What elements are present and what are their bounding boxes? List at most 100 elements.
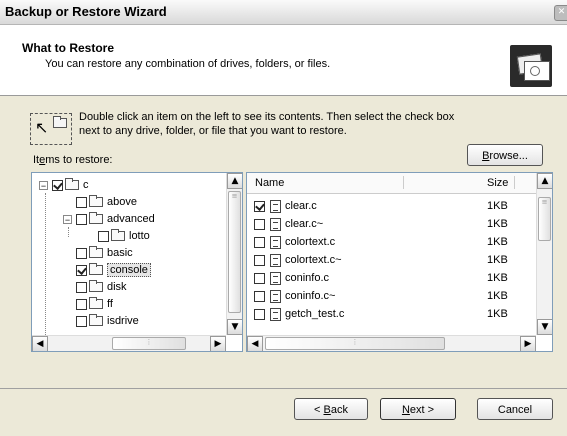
tree-item-checkbox[interactable]: [76, 315, 87, 327]
tree-item-label: lotto: [129, 230, 150, 242]
folder-icon: [89, 280, 103, 293]
items-to-restore-label: Items to restore:: [33, 154, 113, 166]
file-horizontal-scrollbar[interactable]: ◀ ⋮ ▶: [247, 335, 536, 351]
tree-item[interactable]: disk: [76, 279, 127, 296]
file-row[interactable]: clear.c 1KB: [254, 198, 534, 215]
file-row[interactable]: colortext.c 1KB: [254, 234, 534, 251]
file-scroll-thumb[interactable]: ≡: [538, 197, 551, 241]
tree-item-label: c: [83, 179, 89, 191]
page-subtitle: You can restore any combination of drive…: [45, 58, 331, 70]
folder-icon: [89, 246, 103, 259]
tree-item-label: advanced: [107, 213, 155, 225]
wizard-header: What to Restore You can restore any comb…: [0, 25, 567, 96]
file-hscroll-thumb[interactable]: ⋮: [265, 337, 445, 350]
file-name: clear.c~: [285, 218, 324, 230]
tree-item-checkbox[interactable]: [76, 298, 87, 310]
file-icon: [270, 253, 281, 267]
file-size: 1KB: [487, 308, 508, 320]
tree-item-label: above: [107, 196, 137, 208]
tree-item-label: console: [107, 263, 151, 277]
file-checkbox[interactable]: [254, 290, 265, 302]
tree-item-label: ff: [107, 298, 113, 310]
file-row[interactable]: getch_test.c 1KB: [254, 306, 534, 323]
tree-item[interactable]: − advanced: [63, 211, 155, 228]
folder-icon: [89, 314, 103, 327]
tree-item[interactable]: above: [76, 194, 137, 211]
file-size: 1KB: [487, 290, 508, 302]
folder-icon: [89, 297, 103, 310]
tree-item-checkbox[interactable]: [76, 213, 87, 225]
items-tree[interactable]: − c above − advanced lotto basic console disk ff i…: [31, 172, 243, 352]
tree-item-checkbox[interactable]: [98, 230, 109, 242]
tree-item-checkbox[interactable]: [76, 281, 87, 293]
name-column-header[interactable]: Name: [255, 177, 284, 189]
tree-horizontal-scrollbar[interactable]: ◀ ⋮ ▶: [32, 335, 226, 351]
file-row[interactable]: colortext.c~ 1KB: [254, 252, 534, 269]
browse-button[interactable]: Browse...: [467, 144, 543, 166]
collapse-icon[interactable]: −: [39, 181, 48, 191]
folder-icon: [111, 229, 125, 242]
tree-vertical-scrollbar[interactable]: ▲ ≡ ▼: [226, 173, 242, 335]
file-name: coninfo.c: [285, 272, 330, 284]
tree-item-checkbox[interactable]: [52, 179, 63, 191]
file-list[interactable]: Name Size clear.c 1KB clear.c~ 1KB colortext…: [246, 172, 553, 352]
file-scroll-up-button[interactable]: ▲: [537, 173, 552, 189]
file-scroll-down-button[interactable]: ▼: [537, 319, 552, 335]
file-size: 1KB: [487, 272, 508, 284]
tree-item-label: isdrive: [107, 315, 139, 327]
file-scroll-right-button[interactable]: ▶: [520, 336, 536, 351]
collapse-icon[interactable]: −: [63, 215, 72, 225]
file-name: colortext.c~: [285, 254, 342, 266]
tree-hscroll-thumb[interactable]: ⋮: [112, 337, 186, 350]
file-list-header: Name Size: [247, 173, 536, 194]
file-scroll-left-button[interactable]: ◀: [247, 336, 263, 351]
tree-item[interactable]: ff: [76, 296, 113, 313]
tree-scroll-left-button[interactable]: ◀: [32, 336, 48, 351]
file-row[interactable]: coninfo.c~ 1KB: [254, 288, 534, 305]
file-checkbox[interactable]: [254, 308, 265, 320]
file-icon: [270, 289, 281, 303]
tree-item-checkbox[interactable]: [76, 196, 87, 208]
tree-item[interactable]: isdrive: [76, 313, 139, 330]
footer-divider: [0, 388, 567, 389]
next-button[interactable]: Next >: [380, 398, 456, 420]
file-size: 1KB: [487, 200, 508, 212]
cancel-button[interactable]: Cancel: [477, 398, 553, 420]
tree-item[interactable]: lotto: [98, 228, 150, 245]
tree-scroll-thumb[interactable]: ≡: [228, 191, 241, 313]
instruction-icon: ↖: [30, 113, 72, 145]
tree-item-checkbox[interactable]: [76, 247, 87, 259]
file-checkbox[interactable]: [254, 236, 265, 248]
file-name: coninfo.c~: [285, 290, 336, 302]
file-size: 1KB: [487, 236, 508, 248]
file-icon: [270, 235, 281, 249]
file-checkbox[interactable]: [254, 254, 265, 266]
folder-icon: [89, 263, 103, 276]
folder-icon: [65, 178, 79, 191]
file-checkbox[interactable]: [254, 218, 265, 230]
backup-restore-icon: [510, 45, 552, 87]
tree-scroll-right-button[interactable]: ▶: [210, 336, 226, 351]
file-checkbox[interactable]: [254, 200, 265, 212]
size-column-header[interactable]: Size: [487, 177, 508, 189]
tree-item[interactable]: console: [76, 262, 151, 279]
file-icon: [270, 217, 281, 231]
file-size: 1KB: [487, 218, 508, 230]
tree-item-label: disk: [107, 281, 127, 293]
window-title: Backup or Restore Wizard: [5, 4, 167, 19]
title-bar: Backup or Restore Wizard ✕: [0, 0, 567, 25]
tree-item[interactable]: basic: [76, 245, 133, 262]
close-button[interactable]: ✕: [554, 5, 567, 21]
tree-scroll-up-button[interactable]: ▲: [227, 173, 242, 189]
tree-item[interactable]: − c: [39, 177, 89, 194]
tree-item-checkbox[interactable]: [76, 264, 87, 276]
file-vertical-scrollbar[interactable]: ▲ ≡ ▼: [536, 173, 552, 335]
folder-icon: [89, 195, 103, 208]
file-icon: [270, 307, 281, 321]
file-row[interactable]: clear.c~ 1KB: [254, 216, 534, 233]
tree-scroll-down-button[interactable]: ▼: [227, 319, 242, 335]
file-checkbox[interactable]: [254, 272, 265, 284]
file-icon: [270, 199, 281, 213]
back-button[interactable]: < Back: [294, 398, 368, 420]
file-row[interactable]: coninfo.c 1KB: [254, 270, 534, 287]
